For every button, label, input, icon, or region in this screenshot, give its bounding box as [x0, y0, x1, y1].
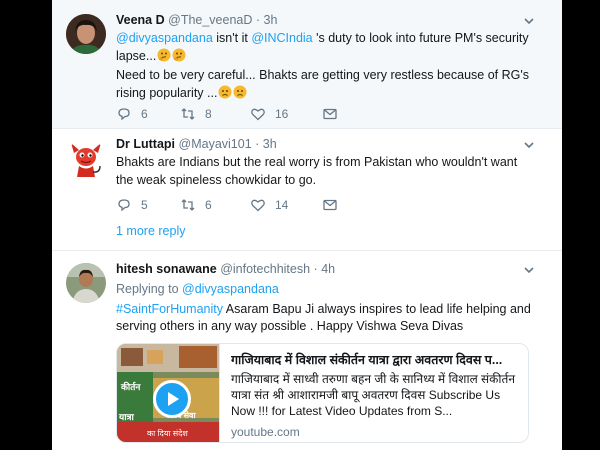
timestamp[interactable]: 3h [264, 13, 278, 27]
separator-dot: · [313, 262, 318, 276]
tweet-veena[interactable]: Veena D @The_veenaD · 3h @divyaspandana … [52, 0, 562, 128]
direct-message-button[interactable] [322, 195, 338, 215]
like-count: 14 [275, 198, 289, 212]
worried-emoji-icon [218, 85, 232, 99]
worried-emoji-icon [233, 85, 247, 99]
mention-link[interactable]: @divyaspandana [116, 31, 213, 45]
reply-count: 6 [141, 107, 148, 121]
like-count: 16 [275, 107, 289, 121]
author-name[interactable]: hitesh sonawane [116, 262, 217, 276]
text-segment: Need to be very careful... Bhakts are ge… [116, 68, 530, 100]
reply-button[interactable]: 6 [116, 104, 148, 124]
retweet-count: 8 [205, 107, 212, 121]
chevron-down-icon[interactable] [522, 14, 536, 28]
thinking-emoji-icon [172, 48, 186, 62]
chevron-down-icon[interactable] [522, 263, 536, 277]
tweet-text: @divyaspandana isn't it @INCIndia 's dut… [116, 30, 538, 65]
reply-thread: Veena D @The_veenaD · 3h @divyaspandana … [52, 0, 562, 450]
separator-dot: · [255, 13, 261, 27]
reply-icon [118, 199, 130, 212]
card-description: गाजियाबाद में साध्वी तरुणा बहन जी के सान… [231, 372, 515, 418]
retweet-button[interactable]: 6 [180, 195, 212, 215]
timestamp[interactable]: 4h [321, 262, 335, 276]
author-handle[interactable]: @Mayavi101 [179, 137, 252, 151]
author-name[interactable]: Veena D [116, 13, 165, 27]
tweet-text: Bhakts are Indians but the real worry is… [116, 155, 518, 187]
thumb-caption: का दिया संदेश [147, 429, 188, 438]
avatar[interactable] [66, 139, 106, 179]
more-replies-link[interactable]: 1 more reply [116, 224, 185, 238]
tweet-text: #SaintForHumanity Asaram Bapu Ji always … [116, 301, 538, 336]
thinking-emoji-icon [157, 48, 171, 62]
link-card[interactable]: कीर्तन यात्रा विश्व सेवा का दिया संदेश ग… [116, 343, 529, 443]
heart-icon [251, 199, 265, 212]
author-name[interactable]: Dr Luttapi [116, 137, 175, 151]
thumb-caption: यात्रा [119, 412, 134, 422]
message-icon [323, 199, 337, 211]
retweet-icon [181, 199, 195, 211]
heart-icon [251, 108, 265, 121]
retweet-icon [181, 108, 195, 120]
timestamp[interactable]: 3h [263, 137, 277, 151]
card-domain: youtube.com [231, 425, 300, 439]
like-button[interactable]: 14 [250, 195, 288, 215]
direct-message-button[interactable] [322, 104, 338, 124]
mention-link[interactable]: @divyaspandana [182, 282, 279, 296]
replying-label: Replying to [116, 282, 183, 296]
author-handle[interactable]: @The_veenaD [168, 13, 252, 27]
like-button[interactable]: 16 [250, 104, 288, 124]
replying-to: Replying to @divyaspandana [116, 281, 538, 299]
thumb-caption: कीर्तन [121, 382, 141, 392]
reply-button[interactable]: 5 [116, 195, 148, 215]
tweet-luttapi[interactable]: Dr Luttapi @Mayavi101 · 3h Bhakts are In… [52, 129, 562, 223]
chevron-down-icon[interactable] [522, 138, 536, 152]
avatar[interactable] [66, 263, 106, 303]
tweet-text-2: Need to be very careful... Bhakts are ge… [116, 67, 538, 102]
play-icon[interactable] [153, 380, 191, 418]
mention-link[interactable]: @INCIndia [251, 31, 312, 45]
retweet-count: 6 [205, 198, 212, 212]
retweet-button[interactable]: 8 [180, 104, 212, 124]
hashtag-link[interactable]: #SaintForHumanity [116, 302, 223, 316]
separator-dot: · [255, 137, 260, 151]
card-title[interactable]: गाजियाबाद में विशाल संकीर्तन यात्रा द्वा… [231, 352, 520, 369]
avatar[interactable] [66, 14, 106, 54]
text-segment: isn't it [212, 31, 252, 45]
reply-icon [118, 108, 130, 121]
tweet-hitesh[interactable]: hitesh sonawane @infotechhitesh · 4h Rep… [52, 251, 562, 450]
author-handle[interactable]: @infotechhitesh [220, 262, 310, 276]
message-icon [323, 108, 337, 120]
video-thumbnail[interactable]: कीर्तन यात्रा विश्व सेवा का दिया संदेश [117, 344, 220, 442]
reply-count: 5 [141, 198, 148, 212]
